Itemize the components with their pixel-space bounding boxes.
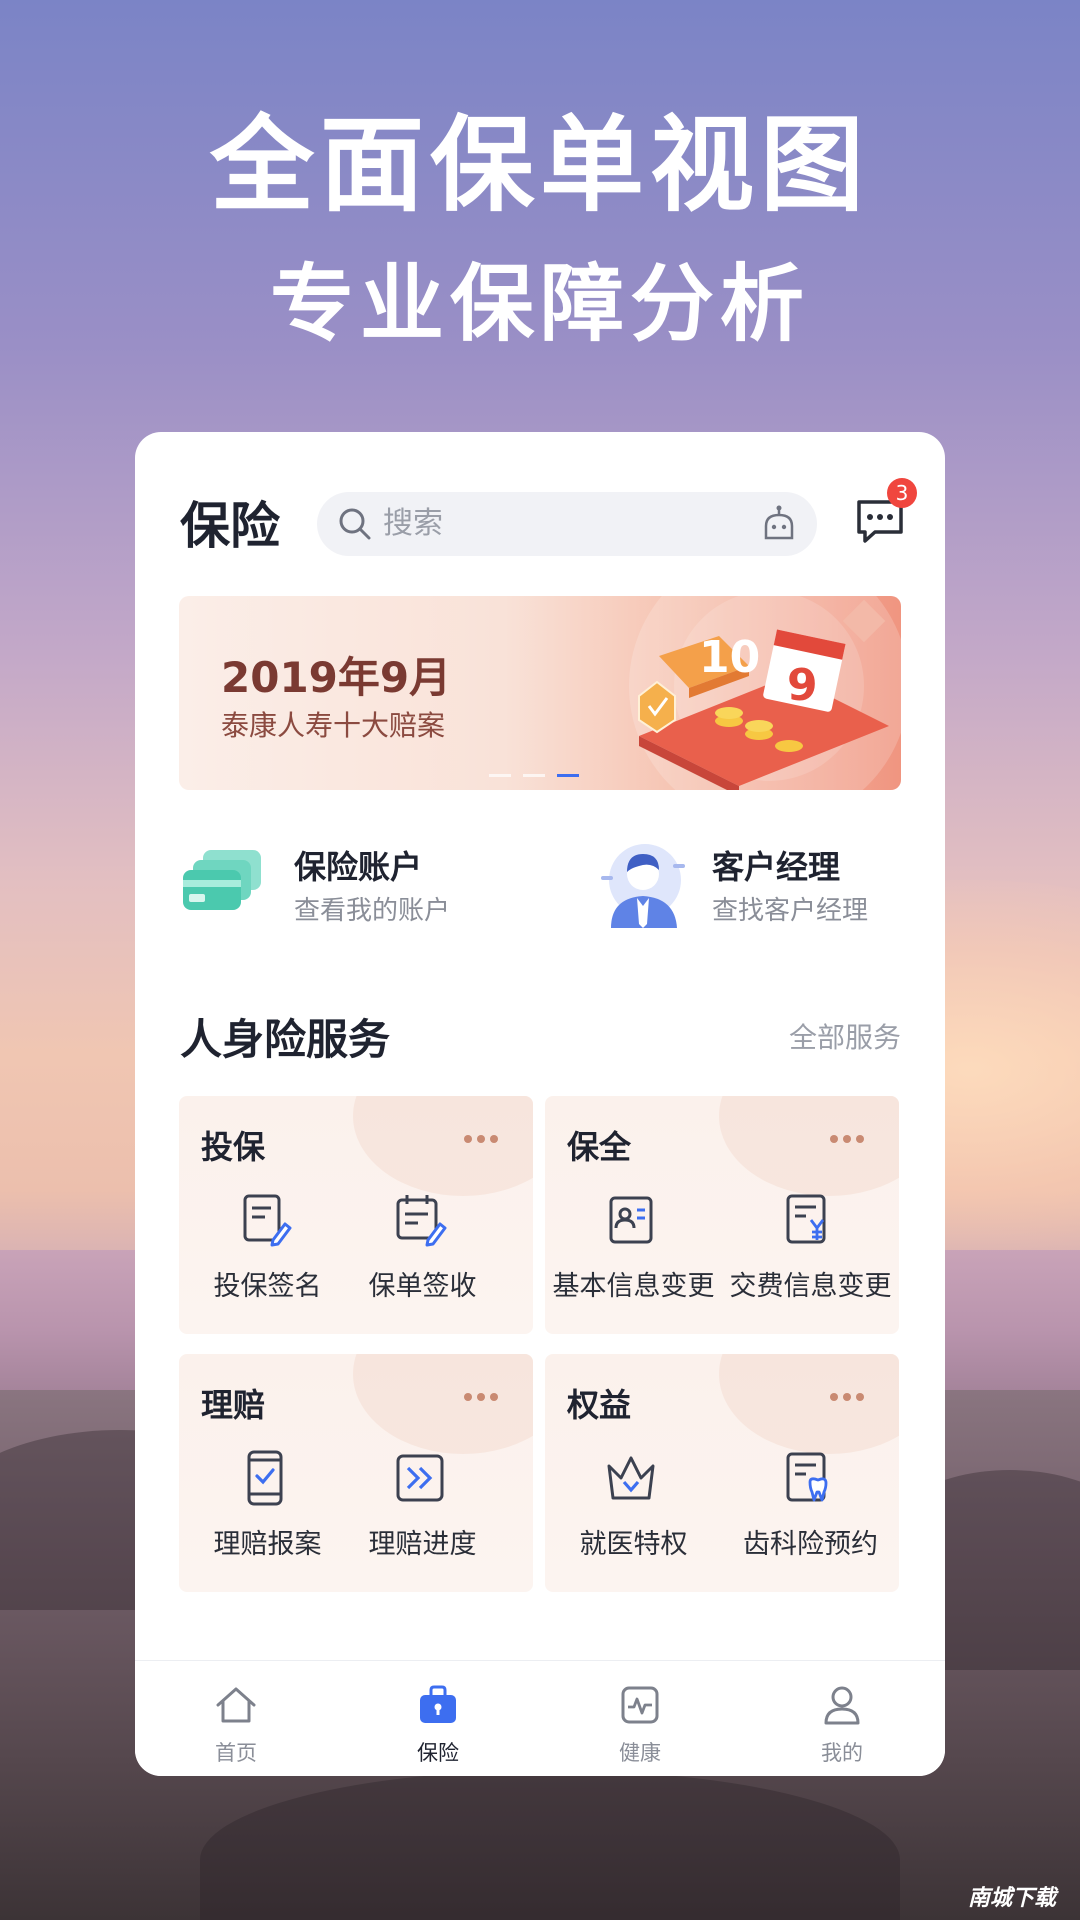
home-icon (216, 1687, 256, 1723)
header-bar: 保险 搜索 3 (135, 478, 945, 560)
service-card-title: 保全 (567, 1128, 632, 1166)
more-dots-icon[interactable] (461, 1132, 501, 1146)
banner-subtitle: 泰康人寿十大赔案 (221, 709, 446, 742)
service-card-benefits: 权益 就医特权 齿科险预约 (545, 1354, 899, 1592)
progress-arrows-icon (396, 1454, 444, 1502)
message-count-badge: 3 (887, 478, 917, 508)
tab-insurance[interactable]: 保险 (337, 1661, 539, 1776)
service-item-dental-appointment[interactable]: 齿科险预约 (722, 1450, 899, 1570)
insurance-account-link[interactable]: 保险账户 查看我的账户 (179, 832, 509, 942)
document-pen-icon (243, 1194, 292, 1247)
yuan-document-icon (786, 1194, 826, 1244)
person-icon (824, 1686, 860, 1725)
phone-check-icon (247, 1450, 283, 1506)
tab-health[interactable]: 健康 (539, 1661, 741, 1776)
briefcase-icon (420, 1685, 456, 1723)
service-card-preservation: 保全 基本信息变更 交费信息变更 (545, 1096, 899, 1334)
tab-label: 首页 (215, 1741, 257, 1765)
service-item-claim-progress[interactable]: 理赔进度 (334, 1450, 511, 1570)
service-card-title: 投保 (201, 1128, 266, 1166)
promo-banner[interactable]: 2019年9月 泰康人寿十大赔案 10 9 (179, 596, 901, 790)
service-item-label: 投保签名 (213, 1271, 322, 1302)
tab-label: 保险 (417, 1741, 459, 1765)
pagination-dot-active[interactable] (557, 774, 579, 777)
manager-avatar-icon (601, 844, 685, 928)
robot-assistant-icon[interactable] (759, 504, 799, 544)
service-item-policy-receipt[interactable]: 保单签收 (334, 1192, 511, 1312)
service-item-label: 理赔进度 (368, 1529, 477, 1560)
promo-headline: 全面保单视图 (209, 104, 870, 226)
service-card-apply: 投保 投保签名 保单签收 (179, 1096, 533, 1334)
calendar-pen-icon (396, 1195, 447, 1247)
search-input[interactable]: 搜索 (317, 492, 817, 556)
service-item-basic-info-change[interactable]: 基本信息变更 (545, 1192, 722, 1312)
quick-links: 保险账户 查看我的账户 客户经理 查找客户经理 (135, 832, 945, 942)
service-item-label: 交费信息变更 (729, 1271, 892, 1302)
rock (200, 1770, 900, 1920)
quick-link-subtitle: 查找客户经理 (712, 896, 869, 926)
promo-subheadline: 专业保障分析 (269, 255, 810, 353)
service-item-label: 保单签收 (368, 1271, 477, 1302)
service-item-label: 基本信息变更 (552, 1271, 715, 1302)
tab-home[interactable]: 首页 (135, 1661, 337, 1776)
search-placeholder: 搜索 (383, 506, 443, 541)
pagination-dot[interactable] (523, 774, 545, 777)
more-dots-icon[interactable] (827, 1132, 867, 1146)
site-watermark: 南城下载 (950, 1878, 1078, 1918)
service-item-claim-report[interactable]: 理赔报案 (179, 1450, 356, 1570)
crown-icon (607, 1456, 655, 1500)
banner-illustration: 10 9 (629, 596, 901, 790)
more-dots-icon[interactable] (827, 1390, 867, 1404)
customer-manager-link[interactable]: 客户经理 查找客户经理 (597, 832, 917, 942)
tab-label: 我的 (821, 1741, 863, 1765)
service-card-title: 理赔 (201, 1386, 266, 1424)
service-item-payment-info-change[interactable]: 交费信息变更 (722, 1192, 899, 1312)
tab-mine[interactable]: 我的 (741, 1661, 943, 1776)
banner-pagination[interactable] (489, 774, 589, 778)
quick-link-title: 保险账户 (294, 848, 423, 886)
phone-screen-card: 保险 搜索 3 2019年9月 泰康人寿十大赔案 10 9 保险账户 查看我的账… (135, 432, 945, 1776)
service-item-medical-privilege[interactable]: 就医特权 (545, 1450, 722, 1570)
card-icon (183, 850, 261, 910)
section-title: 人身险服务 (180, 1015, 391, 1064)
quick-link-subtitle: 查看我的账户 (294, 896, 451, 926)
service-item-apply-sign[interactable]: 投保签名 (179, 1192, 356, 1312)
service-card-claims: 理赔 理赔报案 理赔进度 (179, 1354, 533, 1592)
banner-number-9: 9 (787, 660, 818, 711)
card-decoration (719, 1354, 899, 1454)
pagination-dot[interactable] (489, 774, 511, 777)
card-decoration (719, 1096, 899, 1196)
card-decoration (353, 1096, 533, 1196)
service-item-label: 齿科险预约 (743, 1529, 878, 1560)
service-card-title: 权益 (567, 1386, 632, 1424)
service-item-label: 就医特权 (579, 1529, 688, 1560)
watermark-text: 南城下载 (968, 1886, 1057, 1911)
card-decoration (353, 1354, 533, 1454)
health-monitor-icon (621, 1686, 659, 1724)
more-dots-icon[interactable] (461, 1390, 501, 1404)
banner-title: 2019年9月 (221, 653, 452, 702)
search-icon (339, 508, 371, 540)
quick-link-title: 客户经理 (712, 848, 841, 886)
app-promo-screen: 全面保单视图 专业保障分析 保险 搜索 3 2019年9月 泰康人寿十大赔案 1… (0, 0, 1080, 1920)
page-title: 保险 (180, 497, 280, 555)
tooth-document-icon (786, 1452, 828, 1502)
profile-card-icon (609, 1196, 653, 1244)
service-item-label: 理赔报案 (213, 1529, 322, 1560)
tab-label: 健康 (619, 1741, 661, 1765)
bottom-tab-bar: 首页 保险 健康 我的 (135, 1660, 945, 1776)
banner-number-10: 10 (699, 632, 760, 683)
all-services-link[interactable]: 全部服务 (789, 1016, 901, 1056)
